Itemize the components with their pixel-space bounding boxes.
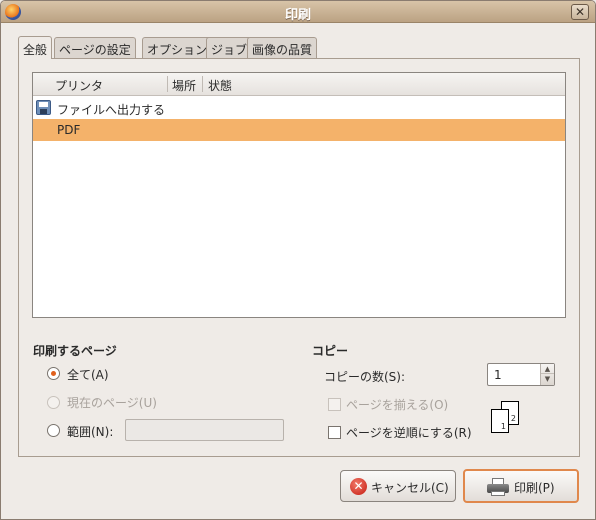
spin-up-arrow-icon[interactable]: ▲ [541,364,554,374]
radio-all-pages[interactable] [47,367,60,380]
page-range-input [125,419,284,441]
print-button-label: 印刷(P) [514,481,555,495]
pages-section-title: 印刷するページ [33,344,117,358]
window-title: 印刷 [284,8,311,23]
tab-general[interactable]: 全般 [18,36,53,59]
page-number: 2 [510,414,516,423]
copies-count-value[interactable]: 1 [494,368,502,382]
printer-list-header: プリンタ 場所 状態 [33,73,565,96]
column-header-status[interactable]: 状態 [208,77,232,94]
radio-current-page-label: 現在のページ(U) [67,396,157,410]
spin-buttons: ▲ ▼ [540,364,554,385]
collate-label: ページを揃える(O) [346,398,449,412]
copies-count-label: コピーの数(S): [324,370,406,384]
spin-down-arrow-icon[interactable]: ▼ [541,374,554,384]
collate-preview: 2 1 [489,399,525,435]
close-button[interactable]: ✕ [571,4,589,20]
radio-all-pages-label[interactable]: 全て(A) [67,366,109,383]
radio-page-range[interactable] [47,424,60,437]
printer-name: PDF [57,123,81,137]
printer-list[interactable]: プリンタ 場所 状態 ファイルへ出力する PDF [32,72,566,318]
copies-spinbutton[interactable]: 1 ▲ ▼ [487,363,555,386]
collate-checkbox [328,398,341,411]
cancel-icon: ✕ [350,478,367,495]
tab-job[interactable]: ジョブ [206,37,253,59]
tab-page-setup[interactable]: ページの設定 [54,37,136,59]
page-number: 1 [500,422,506,431]
printer-row-file[interactable]: ファイルへ出力する [33,97,565,119]
page-preview-front: 1 [491,409,509,433]
column-separator [167,76,168,92]
title-bar[interactable]: 印刷 ✕ [1,1,595,23]
column-separator [202,76,203,92]
reverse-label[interactable]: ページを逆順にする(R) [346,424,472,441]
print-button[interactable]: 印刷(P) [463,469,579,503]
printer-icon [487,478,509,496]
column-header-printer[interactable]: プリンタ [55,77,103,94]
tab-options[interactable]: オプション [142,37,213,59]
printer-name: ファイルへ出力する [57,103,166,117]
printer-row-pdf[interactable]: PDF [33,119,565,141]
cancel-button-label: キャンセル(C) [371,481,449,495]
copies-section-title: コピー [312,344,349,358]
radio-page-range-label[interactable]: 範囲(N): [67,423,113,440]
column-header-location[interactable]: 場所 [172,77,196,94]
cancel-button[interactable]: ✕ キャンセル(C) [340,470,456,502]
save-icon [36,100,51,115]
print-dialog: 印刷 ✕ 全般 ページの設定 オプション ジョブ 画像の品質 プリンタ 場所 状… [0,0,596,520]
radio-current-page [47,396,60,409]
tab-image-quality[interactable]: 画像の品質 [247,37,318,59]
reverse-checkbox[interactable] [328,426,341,439]
